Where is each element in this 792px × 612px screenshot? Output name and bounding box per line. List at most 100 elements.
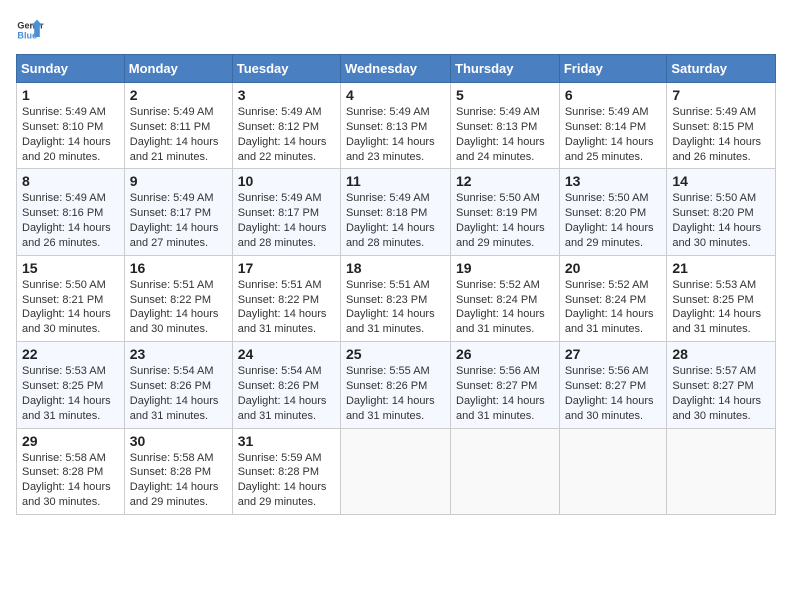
- day-number: 6: [565, 87, 662, 103]
- day-number: 20: [565, 260, 662, 276]
- calendar-day-cell: 12 Sunrise: 5:50 AMSunset: 8:19 PMDaylig…: [451, 169, 560, 255]
- calendar-day-cell: 8 Sunrise: 5:49 AMSunset: 8:16 PMDayligh…: [17, 169, 125, 255]
- day-number: 14: [672, 173, 770, 189]
- calendar-day-cell: 24 Sunrise: 5:54 AMSunset: 8:26 PMDaylig…: [232, 342, 340, 428]
- day-number: 17: [238, 260, 335, 276]
- day-number: 2: [130, 87, 227, 103]
- day-number: 28: [672, 346, 770, 362]
- day-number: 1: [22, 87, 119, 103]
- day-info: Sunrise: 5:51 AMSunset: 8:22 PMDaylight:…: [130, 279, 219, 336]
- day-header-sunday: Sunday: [17, 55, 125, 83]
- calendar-table: SundayMondayTuesdayWednesdayThursdayFrid…: [16, 54, 776, 515]
- day-info: Sunrise: 5:50 AMSunset: 8:20 PMDaylight:…: [565, 192, 654, 249]
- day-number: 23: [130, 346, 227, 362]
- calendar-day-cell: 3 Sunrise: 5:49 AMSunset: 8:12 PMDayligh…: [232, 83, 340, 169]
- calendar-day-cell: 20 Sunrise: 5:52 AMSunset: 8:24 PMDaylig…: [559, 255, 667, 341]
- calendar-day-cell: 4 Sunrise: 5:49 AMSunset: 8:13 PMDayligh…: [340, 83, 450, 169]
- calendar-day-cell: 18 Sunrise: 5:51 AMSunset: 8:23 PMDaylig…: [340, 255, 450, 341]
- day-number: 27: [565, 346, 662, 362]
- day-info: Sunrise: 5:49 AMSunset: 8:16 PMDaylight:…: [22, 192, 111, 249]
- day-info: Sunrise: 5:50 AMSunset: 8:20 PMDaylight:…: [672, 192, 761, 249]
- calendar-day-cell: 29 Sunrise: 5:58 AMSunset: 8:28 PMDaylig…: [17, 428, 125, 514]
- day-number: 11: [346, 173, 445, 189]
- day-header-thursday: Thursday: [451, 55, 560, 83]
- logo-icon: General Blue: [16, 16, 44, 44]
- calendar-day-cell: [451, 428, 560, 514]
- calendar-day-cell: 15 Sunrise: 5:50 AMSunset: 8:21 PMDaylig…: [17, 255, 125, 341]
- day-info: Sunrise: 5:58 AMSunset: 8:28 PMDaylight:…: [130, 452, 219, 509]
- day-number: 13: [565, 173, 662, 189]
- day-number: 25: [346, 346, 445, 362]
- day-number: 24: [238, 346, 335, 362]
- calendar-day-cell: 16 Sunrise: 5:51 AMSunset: 8:22 PMDaylig…: [124, 255, 232, 341]
- day-number: 12: [456, 173, 554, 189]
- day-info: Sunrise: 5:49 AMSunset: 8:13 PMDaylight:…: [346, 106, 435, 163]
- day-number: 9: [130, 173, 227, 189]
- day-number: 10: [238, 173, 335, 189]
- calendar-day-cell: 6 Sunrise: 5:49 AMSunset: 8:14 PMDayligh…: [559, 83, 667, 169]
- day-number: 16: [130, 260, 227, 276]
- day-info: Sunrise: 5:51 AMSunset: 8:23 PMDaylight:…: [346, 279, 435, 336]
- calendar-day-cell: 22 Sunrise: 5:53 AMSunset: 8:25 PMDaylig…: [17, 342, 125, 428]
- day-number: 22: [22, 346, 119, 362]
- calendar-day-cell: 19 Sunrise: 5:52 AMSunset: 8:24 PMDaylig…: [451, 255, 560, 341]
- svg-text:Blue: Blue: [17, 30, 37, 40]
- day-header-monday: Monday: [124, 55, 232, 83]
- day-info: Sunrise: 5:56 AMSunset: 8:27 PMDaylight:…: [456, 365, 545, 422]
- calendar-day-cell: 28 Sunrise: 5:57 AMSunset: 8:27 PMDaylig…: [667, 342, 776, 428]
- calendar-day-cell: 31 Sunrise: 5:59 AMSunset: 8:28 PMDaylig…: [232, 428, 340, 514]
- calendar-day-cell: [559, 428, 667, 514]
- day-info: Sunrise: 5:49 AMSunset: 8:15 PMDaylight:…: [672, 106, 761, 163]
- day-info: Sunrise: 5:49 AMSunset: 8:17 PMDaylight:…: [238, 192, 327, 249]
- day-info: Sunrise: 5:59 AMSunset: 8:28 PMDaylight:…: [238, 452, 327, 509]
- calendar-week-row: 15 Sunrise: 5:50 AMSunset: 8:21 PMDaylig…: [17, 255, 776, 341]
- day-number: 7: [672, 87, 770, 103]
- day-info: Sunrise: 5:52 AMSunset: 8:24 PMDaylight:…: [456, 279, 545, 336]
- day-number: 21: [672, 260, 770, 276]
- day-header-tuesday: Tuesday: [232, 55, 340, 83]
- calendar-day-cell: 13 Sunrise: 5:50 AMSunset: 8:20 PMDaylig…: [559, 169, 667, 255]
- calendar-day-cell: 21 Sunrise: 5:53 AMSunset: 8:25 PMDaylig…: [667, 255, 776, 341]
- day-info: Sunrise: 5:54 AMSunset: 8:26 PMDaylight:…: [238, 365, 327, 422]
- calendar-day-cell: 5 Sunrise: 5:49 AMSunset: 8:13 PMDayligh…: [451, 83, 560, 169]
- day-number: 19: [456, 260, 554, 276]
- day-number: 30: [130, 433, 227, 449]
- day-info: Sunrise: 5:49 AMSunset: 8:14 PMDaylight:…: [565, 106, 654, 163]
- day-info: Sunrise: 5:52 AMSunset: 8:24 PMDaylight:…: [565, 279, 654, 336]
- day-number: 31: [238, 433, 335, 449]
- day-number: 8: [22, 173, 119, 189]
- calendar-day-cell: 9 Sunrise: 5:49 AMSunset: 8:17 PMDayligh…: [124, 169, 232, 255]
- day-info: Sunrise: 5:53 AMSunset: 8:25 PMDaylight:…: [22, 365, 111, 422]
- calendar-week-row: 29 Sunrise: 5:58 AMSunset: 8:28 PMDaylig…: [17, 428, 776, 514]
- calendar-day-cell: 23 Sunrise: 5:54 AMSunset: 8:26 PMDaylig…: [124, 342, 232, 428]
- calendar-day-cell: 26 Sunrise: 5:56 AMSunset: 8:27 PMDaylig…: [451, 342, 560, 428]
- day-header-friday: Friday: [559, 55, 667, 83]
- calendar-day-cell: 1 Sunrise: 5:49 AMSunset: 8:10 PMDayligh…: [17, 83, 125, 169]
- day-info: Sunrise: 5:51 AMSunset: 8:22 PMDaylight:…: [238, 279, 327, 336]
- day-info: Sunrise: 5:49 AMSunset: 8:18 PMDaylight:…: [346, 192, 435, 249]
- calendar-week-row: 1 Sunrise: 5:49 AMSunset: 8:10 PMDayligh…: [17, 83, 776, 169]
- calendar-day-cell: 25 Sunrise: 5:55 AMSunset: 8:26 PMDaylig…: [340, 342, 450, 428]
- day-info: Sunrise: 5:49 AMSunset: 8:12 PMDaylight:…: [238, 106, 327, 163]
- day-info: Sunrise: 5:50 AMSunset: 8:21 PMDaylight:…: [22, 279, 111, 336]
- calendar-week-row: 8 Sunrise: 5:49 AMSunset: 8:16 PMDayligh…: [17, 169, 776, 255]
- day-info: Sunrise: 5:49 AMSunset: 8:13 PMDaylight:…: [456, 106, 545, 163]
- calendar-day-cell: 7 Sunrise: 5:49 AMSunset: 8:15 PMDayligh…: [667, 83, 776, 169]
- calendar-header-row: SundayMondayTuesdayWednesdayThursdayFrid…: [17, 55, 776, 83]
- page-header: General Blue: [16, 16, 776, 44]
- calendar-day-cell: 30 Sunrise: 5:58 AMSunset: 8:28 PMDaylig…: [124, 428, 232, 514]
- calendar-body: 1 Sunrise: 5:49 AMSunset: 8:10 PMDayligh…: [17, 83, 776, 515]
- calendar-day-cell: [340, 428, 450, 514]
- day-info: Sunrise: 5:53 AMSunset: 8:25 PMDaylight:…: [672, 279, 761, 336]
- day-info: Sunrise: 5:58 AMSunset: 8:28 PMDaylight:…: [22, 452, 111, 509]
- day-info: Sunrise: 5:54 AMSunset: 8:26 PMDaylight:…: [130, 365, 219, 422]
- calendar-day-cell: [667, 428, 776, 514]
- calendar-day-cell: 14 Sunrise: 5:50 AMSunset: 8:20 PMDaylig…: [667, 169, 776, 255]
- calendar-week-row: 22 Sunrise: 5:53 AMSunset: 8:25 PMDaylig…: [17, 342, 776, 428]
- day-header-wednesday: Wednesday: [340, 55, 450, 83]
- day-number: 3: [238, 87, 335, 103]
- day-header-saturday: Saturday: [667, 55, 776, 83]
- day-number: 29: [22, 433, 119, 449]
- day-info: Sunrise: 5:55 AMSunset: 8:26 PMDaylight:…: [346, 365, 435, 422]
- day-info: Sunrise: 5:49 AMSunset: 8:17 PMDaylight:…: [130, 192, 219, 249]
